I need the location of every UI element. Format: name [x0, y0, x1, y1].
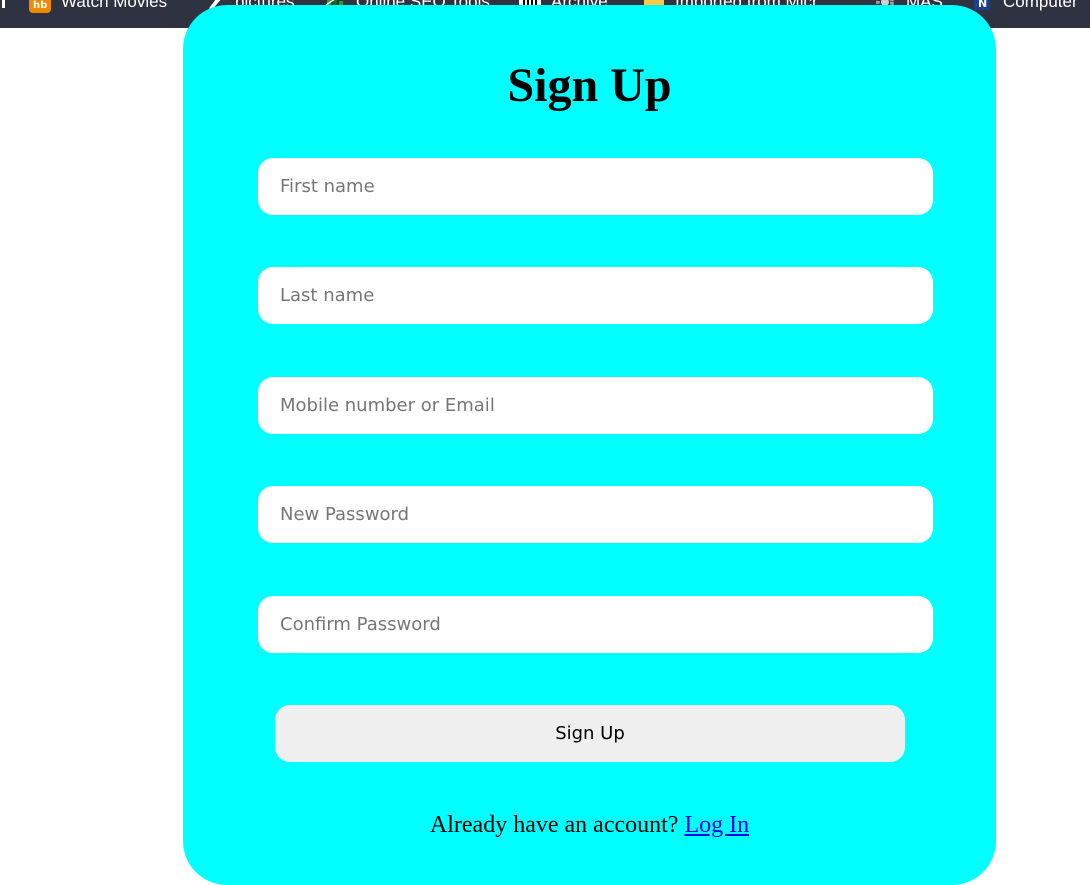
bookmark-computer[interactable]: N Computer — [971, 0, 1078, 13]
svg-text:hb: hb — [33, 0, 47, 11]
bookmark-watch-movies[interactable]: hb Watch Movies — [29, 0, 167, 13]
confirm-password-input[interactable] — [258, 596, 933, 653]
first-name-input[interactable] — [258, 158, 933, 215]
login-prompt: Already have an account? Log In — [183, 810, 996, 840]
movie-icon: hb — [29, 0, 51, 13]
login-prompt-text: Already have an account? — [429, 812, 685, 838]
log-in-link[interactable]: Log In — [684, 812, 749, 838]
page-title: Sign Up — [507, 59, 672, 112]
sign-up-button[interactable]: Sign Up — [275, 705, 905, 762]
bookmark-label: Watch Movies — [61, 0, 168, 11]
bookmark-label: Computer — [1003, 0, 1078, 11]
last-name-input[interactable] — [258, 267, 933, 324]
svg-text:N: N — [978, 0, 987, 10]
new-password-input[interactable] — [258, 486, 933, 543]
bookmark-overflow-fragment[interactable] — [2, 0, 5, 13]
contact-input[interactable] — [258, 377, 933, 434]
bookmark-fragment-mark — [2, 0, 5, 8]
